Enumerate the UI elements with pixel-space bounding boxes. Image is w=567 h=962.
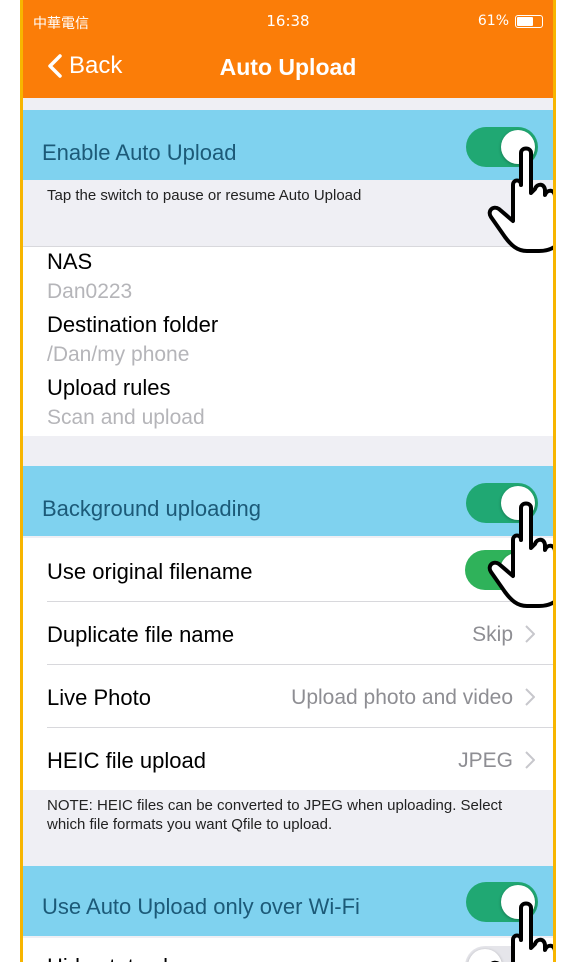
destination-folder-value: /Dan/my phone <box>47 343 190 366</box>
settings-group: Use original filename Duplicate file nam… <box>23 538 553 790</box>
enable-auto-upload-note: Tap the switch to pause or resume Auto U… <box>47 187 362 204</box>
nav-bar: Back Auto Upload <box>23 40 553 98</box>
duplicate-file-name-value: Skip <box>472 623 513 646</box>
live-photo-label: Live Photo <box>47 685 151 710</box>
status-right: 61% <box>478 13 543 29</box>
duplicate-file-name-label: Duplicate file name <box>47 622 235 647</box>
phone-screen: 中華電信 16:38 61% Back Auto Upload Enable A… <box>20 0 556 962</box>
heic-note: NOTE: HEIC files can be converted to JPE… <box>47 797 503 833</box>
chevron-right-icon <box>525 751 535 769</box>
pointing-hand-icon <box>490 901 553 962</box>
heic-file-upload-value: JPEG <box>458 749 513 772</box>
pointing-hand-icon <box>487 146 553 253</box>
battery-icon <box>515 14 543 28</box>
status-bar: 中華電信 16:38 61% <box>23 0 553 40</box>
wifi-only-label: Use Auto Upload only over Wi-Fi <box>42 894 360 919</box>
wifi-only-row: Use Auto Upload only over Wi-Fi <box>23 866 553 936</box>
nas-value: Dan0223 <box>47 280 133 303</box>
info-group: NAS Dan0223 Destination folder /Dan/my p… <box>23 246 553 436</box>
duplicate-file-name-row[interactable]: Duplicate file name Skip <box>23 602 553 664</box>
upload-rules-value: Scan and upload <box>47 406 205 429</box>
heic-file-upload-label: HEIC file upload <box>47 748 206 773</box>
chevron-right-icon <box>525 688 535 706</box>
live-photo-value: Upload photo and video <box>291 686 513 709</box>
chevron-right-icon <box>525 625 535 643</box>
enable-auto-upload-row: Enable Auto Upload <box>23 110 553 180</box>
enable-auto-upload-label: Enable Auto Upload <box>42 140 237 165</box>
use-original-filename-row[interactable]: Use original filename <box>23 538 553 601</box>
heic-file-upload-row[interactable]: HEIC file upload JPEG <box>23 728 553 790</box>
upload-rules-title: Upload rules <box>47 375 171 400</box>
hide-status-bar-row[interactable]: Hide status bar <box>23 938 553 962</box>
background-uploading-label: Background uploading <box>42 496 261 521</box>
page-title: Auto Upload <box>219 54 357 80</box>
battery-percent: 61% <box>477 13 509 29</box>
destination-folder-title: Destination folder <box>47 312 219 337</box>
background-uploading-row: Background uploading <box>23 466 553 536</box>
clock: 16:38 <box>266 12 310 30</box>
use-original-filename-label: Use original filename <box>47 559 253 584</box>
live-photo-row[interactable]: Live Photo Upload photo and video <box>23 665 553 727</box>
pointing-hand-icon <box>487 501 553 608</box>
nas-title: NAS <box>47 249 93 274</box>
hide-status-bar-label: Hide status bar <box>47 954 195 962</box>
